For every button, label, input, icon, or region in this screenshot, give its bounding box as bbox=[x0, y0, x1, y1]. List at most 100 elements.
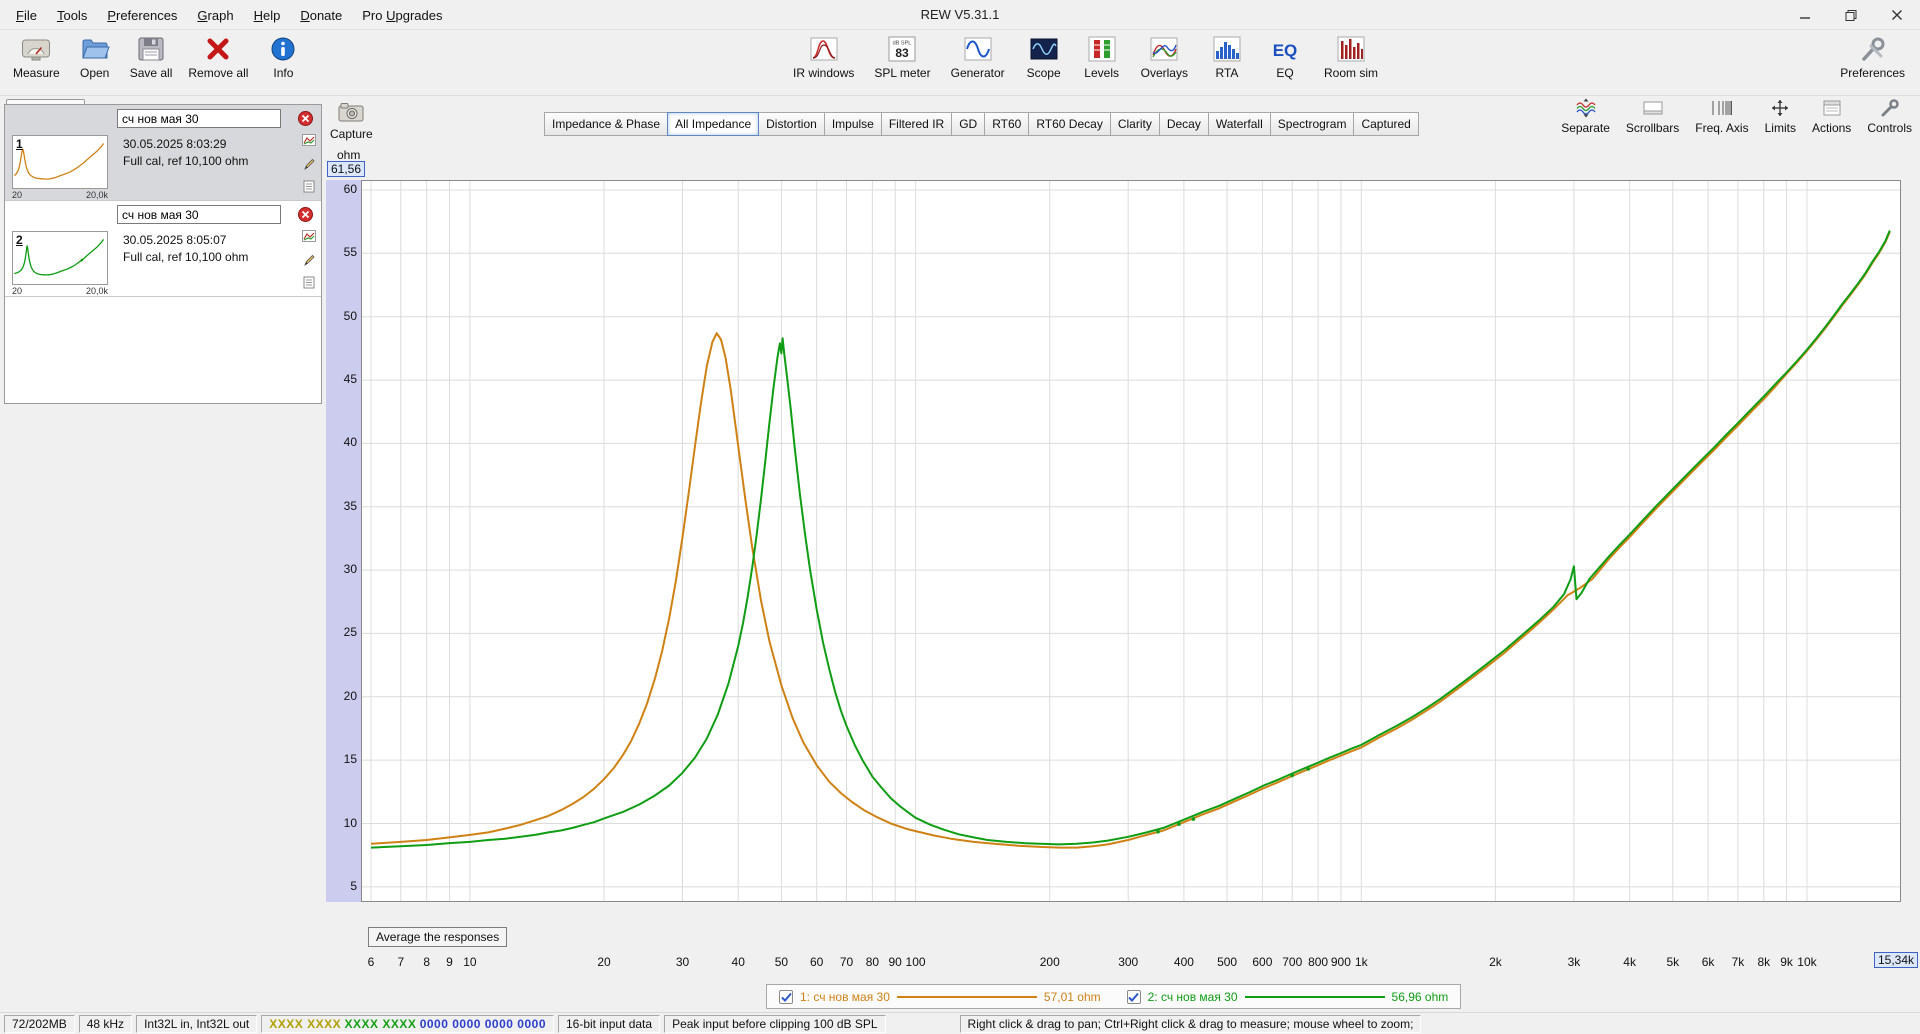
graph-button-label-actions: Actions bbox=[1811, 121, 1852, 135]
toolbar-button-overlays[interactable]: Overlays bbox=[1136, 32, 1193, 82]
measurement-card-icons bbox=[301, 229, 316, 289]
tab-impulse[interactable]: Impulse bbox=[823, 112, 882, 136]
toolbar-label-measure: Measure bbox=[13, 66, 60, 80]
x-tick-label: 3k bbox=[1567, 955, 1581, 969]
graph-button-scrollbars[interactable]: Scrollbars bbox=[1626, 98, 1679, 135]
legend-current-value: 57,01 ohm bbox=[1043, 989, 1101, 1004]
info-icon bbox=[268, 34, 298, 64]
graph-button-actions[interactable]: Actions bbox=[1812, 98, 1851, 135]
toolbar-group-center: IR windows dB SPL 83 SPL meter Generator Scop… bbox=[788, 32, 1383, 82]
mini-graph-icon[interactable] bbox=[301, 229, 316, 243]
plot-area[interactable] bbox=[361, 180, 1901, 902]
toolbar-button-generator[interactable]: Generator bbox=[946, 32, 1010, 82]
toolbar-button-scope[interactable]: Scope bbox=[1020, 32, 1068, 82]
tab-clarity[interactable]: Clarity bbox=[1109, 112, 1160, 136]
toolbar-button-measure[interactable]: Measure bbox=[8, 32, 65, 82]
measurement-name-input[interactable] bbox=[117, 205, 281, 224]
legend-checkbox[interactable] bbox=[1126, 989, 1141, 1004]
measurement-thumbnail[interactable] bbox=[12, 231, 108, 285]
x-axis[interactable]: 6 7 8 9 10 20 30 40 50 60 70 80 90 100 200 300 400 500 600… bbox=[0, 955, 1920, 971]
tab-decay[interactable]: Decay bbox=[1158, 112, 1209, 136]
toolbar-button-eq[interactable]: EQ EQ bbox=[1261, 32, 1309, 82]
y-axis-unit: ohm bbox=[337, 148, 361, 162]
minimize-button[interactable] bbox=[1782, 0, 1828, 30]
overlays-icon bbox=[1149, 34, 1179, 64]
menu-item-pro-upgrades[interactable]: Pro Upgrades bbox=[352, 4, 452, 27]
toolbar-label-save-all: Save all bbox=[129, 66, 173, 80]
measurement-cal-info: Full cal, ref 10,100 ohm bbox=[123, 250, 249, 264]
tab-gd[interactable]: GD bbox=[951, 112, 986, 136]
legend-checkbox[interactable] bbox=[779, 989, 793, 1004]
graph-button-limits[interactable]: Limits bbox=[1765, 98, 1796, 135]
x-tick-label: 7k bbox=[1731, 955, 1745, 969]
maximize-button[interactable] bbox=[1828, 0, 1874, 30]
measurement-datetime: 30.05.2025 8:05:07 bbox=[123, 233, 227, 247]
scrollbars-icon bbox=[1641, 98, 1665, 118]
toolbar-button-spl-meter[interactable]: dB SPL 83 SPL meter bbox=[869, 32, 935, 82]
remove-measurement-icon[interactable] bbox=[298, 207, 313, 222]
close-button[interactable] bbox=[1874, 0, 1920, 30]
status-level-meters: XXXX XXXX XXXX XXXX 0000 0000 0000 0000 bbox=[261, 1014, 554, 1033]
x-tick-label: 2k bbox=[1489, 955, 1502, 969]
mini-graph-icon[interactable] bbox=[301, 133, 316, 147]
tab-all-impedance[interactable]: All Impedance bbox=[667, 112, 760, 136]
y-tick-label: 60 bbox=[343, 182, 357, 196]
tab-rt60[interactable]: RT60 bbox=[984, 112, 1030, 136]
open-icon bbox=[80, 34, 110, 64]
menu-item-tools[interactable]: Tools bbox=[47, 4, 97, 27]
menu-item-graph[interactable]: Graph bbox=[187, 4, 243, 27]
cursor-y-readout: 61,56 bbox=[327, 161, 366, 177]
meter-blue: 0000 0000 0000 0000 bbox=[419, 1016, 546, 1031]
tab-filtered-ir[interactable]: Filtered IR bbox=[880, 112, 953, 136]
thumbnail-min-freq: 20 bbox=[12, 286, 23, 296]
toolbar-button-levels[interactable]: Levels bbox=[1078, 32, 1126, 82]
tab-impedance-phase[interactable]: Impedance & Phase bbox=[544, 112, 669, 136]
status-bar: 72/202MB 48 kHz Int32L in, Int32L out XX… bbox=[0, 1012, 1920, 1034]
capture-button[interactable]: Capture bbox=[330, 101, 373, 141]
tab-waterfall[interactable]: Waterfall bbox=[1207, 112, 1271, 136]
pencil-icon[interactable] bbox=[301, 252, 316, 266]
toolbar-button-info[interactable]: Info bbox=[259, 32, 307, 82]
tab-captured[interactable]: Captured bbox=[1353, 112, 1419, 136]
toolbar-label-levels: Levels bbox=[1084, 66, 1119, 80]
measurement-thumbnail[interactable] bbox=[12, 135, 108, 189]
legend-entry-1: 1: сч нов мая 30 57,01 ohm bbox=[779, 989, 1101, 1004]
separate-icon bbox=[1574, 98, 1598, 118]
measurement-card-2[interactable]: 2 20 20,0k 30.05.2025 8:05:07 Full cal, ref … bbox=[5, 201, 321, 297]
x-tick-label: 10k bbox=[1797, 955, 1817, 969]
measurement-name-input[interactable] bbox=[117, 109, 281, 128]
tab-rt60-decay[interactable]: RT60 Decay bbox=[1028, 112, 1111, 136]
toolbar-button-ir-windows[interactable]: IR windows bbox=[788, 32, 859, 82]
toolbar-label-generator: Generator bbox=[950, 66, 1005, 80]
toolbar-label-eq: EQ bbox=[1276, 66, 1294, 80]
notes-icon[interactable] bbox=[301, 275, 316, 289]
legend-trace-sample bbox=[896, 995, 1037, 998]
remove-measurement-icon[interactable] bbox=[298, 111, 313, 126]
levels-icon bbox=[1087, 34, 1117, 64]
graph-button-separate[interactable]: Separate bbox=[1561, 98, 1610, 135]
toolbar-button-open[interactable]: Open bbox=[71, 32, 119, 82]
save-all-icon bbox=[136, 34, 166, 64]
remove-all-icon bbox=[203, 34, 233, 64]
thumbnail-axis-labels: 20 20,0k bbox=[12, 286, 108, 296]
toolbar-button-remove-all[interactable]: Remove all bbox=[183, 32, 253, 82]
menu-item-donate[interactable]: Donate bbox=[290, 4, 352, 27]
toolbar-button-rta[interactable]: RTA bbox=[1203, 32, 1251, 82]
toolbar-button-preferences[interactable]: Preferences bbox=[1835, 32, 1910, 82]
legend: 1: сч нов мая 30 57,01 ohm 2: сч нов мая 3… bbox=[766, 984, 1462, 1009]
graph-button-controls[interactable]: Controls bbox=[1867, 98, 1912, 135]
tab-distortion[interactable]: Distortion bbox=[758, 112, 825, 136]
pencil-icon[interactable] bbox=[301, 156, 316, 170]
toolbar-button-room-sim[interactable]: Room sim bbox=[1319, 32, 1383, 82]
menu-item-file[interactable]: File bbox=[6, 4, 47, 27]
graph-button-freq-axis[interactable]: Freq. Axis bbox=[1695, 98, 1749, 135]
measurement-card-1[interactable]: 1 20 20,0k 30.05.2025 8:03:29 Full cal, ref … bbox=[5, 105, 321, 201]
toolbar-button-save-all[interactable]: Save all bbox=[125, 32, 178, 82]
notes-icon[interactable] bbox=[301, 179, 316, 193]
menu-item-help[interactable]: Help bbox=[244, 4, 291, 27]
tab-spectrogram[interactable]: Spectrogram bbox=[1269, 112, 1355, 136]
x-tick-label: 6k bbox=[1701, 955, 1715, 969]
y-axis[interactable]: 60 55 50 45 40 35 30 25 20 15 10 5 bbox=[326, 180, 361, 902]
y-tick-label: 20 bbox=[343, 688, 357, 703]
menu-item-preferences[interactable]: Preferences bbox=[97, 4, 187, 27]
